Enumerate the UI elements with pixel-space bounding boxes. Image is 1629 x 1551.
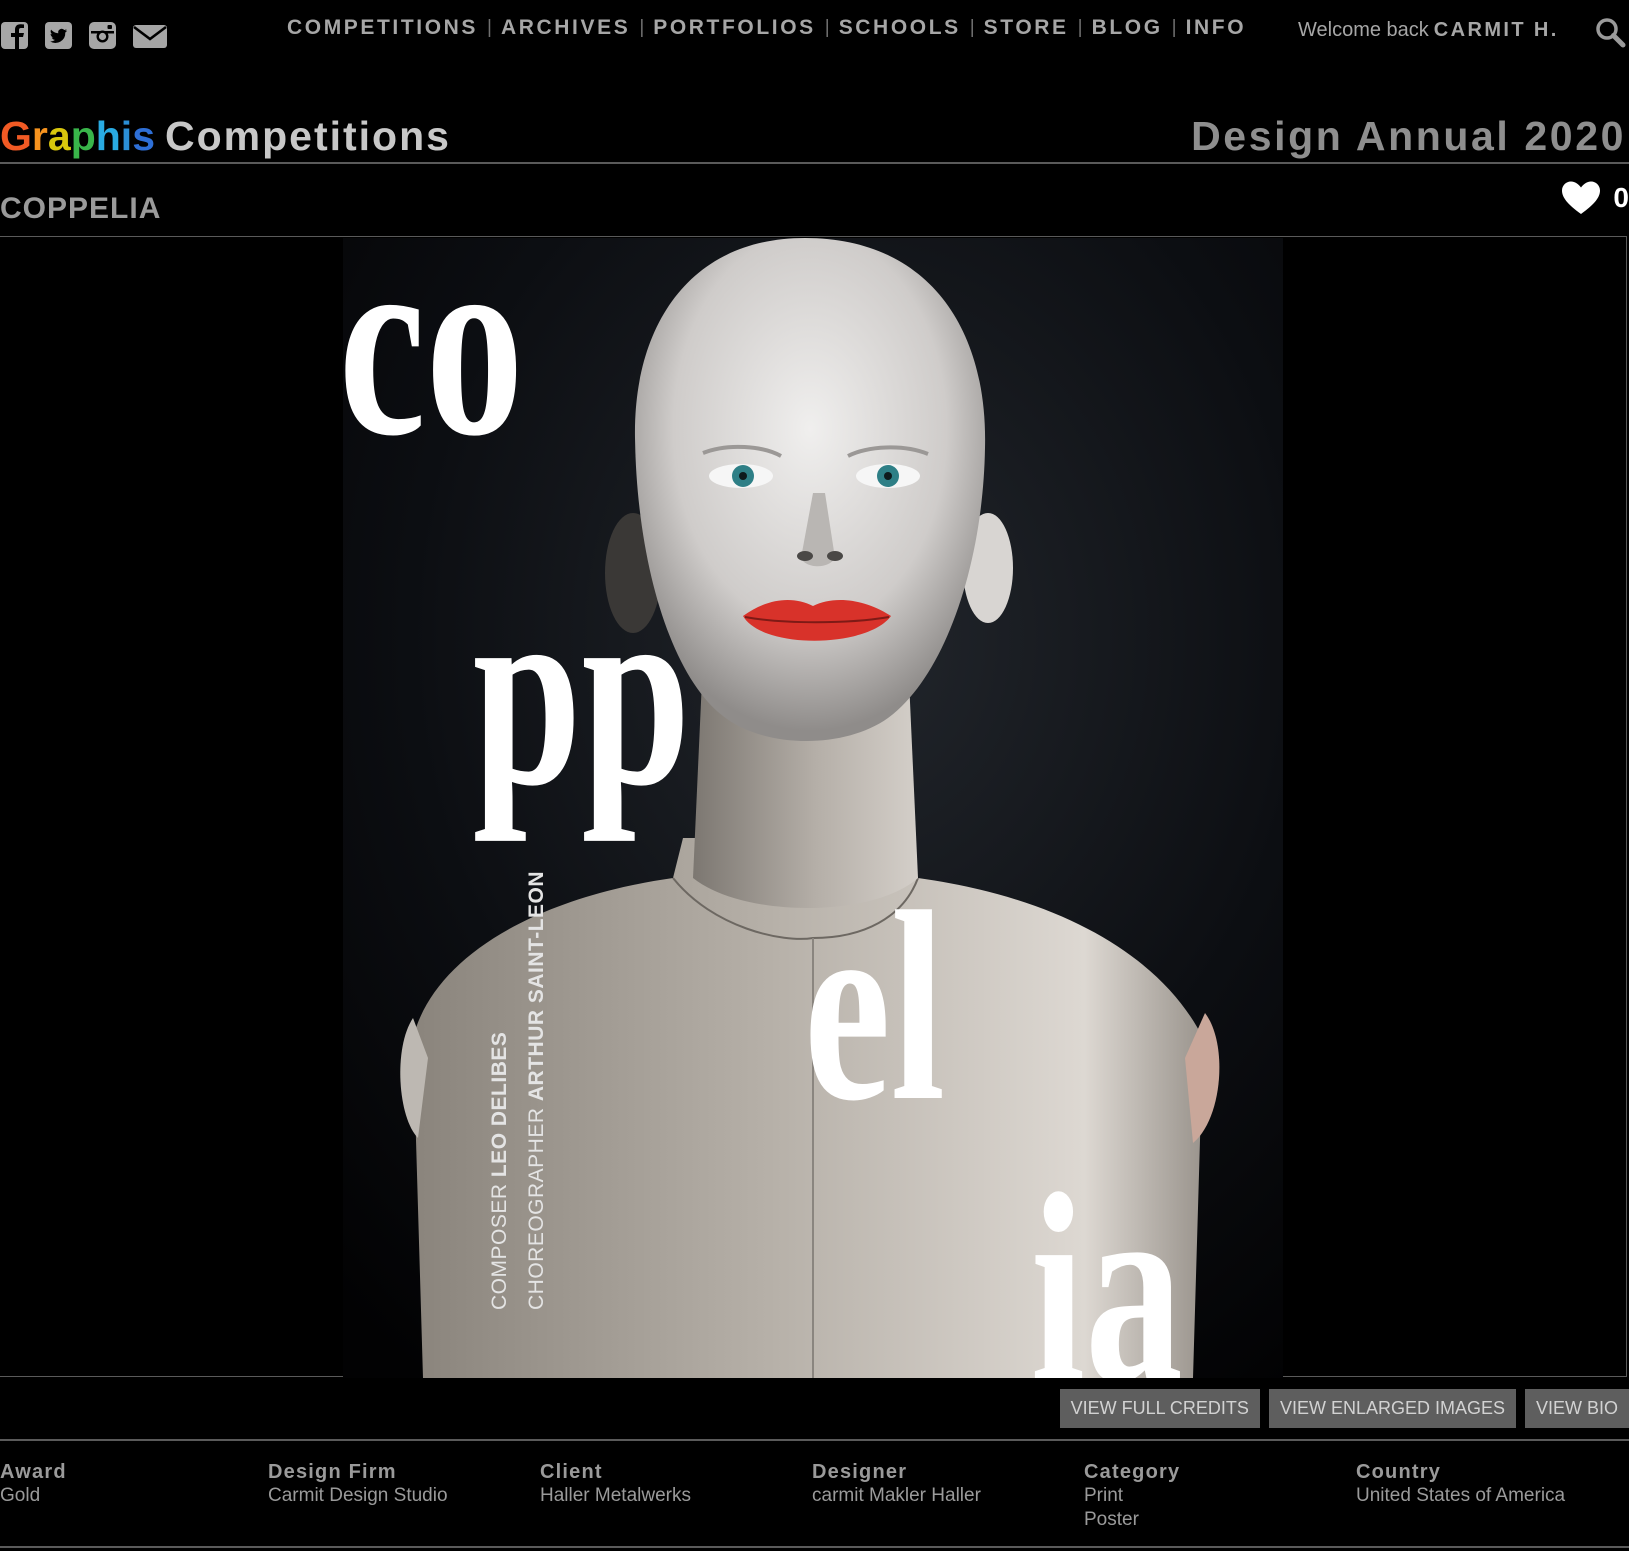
credit-value: Haller Metalwerks bbox=[540, 1485, 691, 1506]
credit-heading: Design Firm bbox=[268, 1461, 397, 1483]
credit-value: Carmit Design Studio bbox=[268, 1485, 448, 1506]
credit-value: Poster bbox=[1084, 1509, 1139, 1530]
credit-heading: Country bbox=[1356, 1461, 1442, 1483]
search-icon[interactable] bbox=[1594, 16, 1626, 48]
poster-letters-co: co bbox=[343, 238, 524, 493]
instagram-icon[interactable] bbox=[88, 18, 118, 52]
brand-letter: r bbox=[31, 113, 48, 159]
choreographer-label: CHOREOGRAPHER bbox=[525, 1107, 548, 1310]
nav-blog[interactable]: BLOG bbox=[1092, 16, 1163, 40]
user-name-link[interactable]: CARMIT H. bbox=[1434, 19, 1559, 41]
credit-client: Client Haller Metalwerks bbox=[540, 1460, 691, 1508]
welcome-message: Welcome back CARMIT H. bbox=[1298, 19, 1559, 42]
email-icon[interactable] bbox=[132, 18, 168, 52]
graphis-competitions-logo[interactable]: Graphis Competitions bbox=[0, 113, 451, 160]
action-buttons: VIEW FULL CREDITS VIEW ENLARGED IMAGES V… bbox=[1059, 1389, 1629, 1428]
nav-separator: | bbox=[1077, 17, 1083, 38]
brand-letter: s bbox=[132, 113, 155, 159]
competitions-title: Competitions bbox=[165, 113, 451, 159]
credit-design-firm: Design Firm Carmit Design Studio bbox=[268, 1460, 448, 1508]
view-bio-button[interactable]: VIEW BIO bbox=[1524, 1389, 1629, 1428]
nav-portfolios[interactable]: PORTFOLIOS bbox=[653, 16, 816, 40]
poster-letters-ia: ia bbox=[1031, 1139, 1183, 1378]
credit-value: United States of America bbox=[1356, 1485, 1566, 1506]
nav-separator: | bbox=[639, 17, 645, 38]
main-nav: COMPETITIONS | ARCHIVES | PORTFOLIOS | S… bbox=[287, 16, 1246, 40]
heart-icon[interactable] bbox=[1561, 180, 1601, 216]
credit-award: Award Gold bbox=[0, 1460, 67, 1508]
header-divider bbox=[0, 162, 1629, 164]
nav-separator: | bbox=[969, 17, 975, 38]
like-count: 0 bbox=[1613, 182, 1629, 213]
entry-image[interactable]: co pp el ia COMPOSER LEO DELIBES CHOREOG… bbox=[343, 238, 1283, 1378]
brand-letter: a bbox=[47, 113, 71, 159]
view-full-credits-button[interactable]: VIEW FULL CREDITS bbox=[1059, 1389, 1260, 1428]
nav-separator: | bbox=[1171, 17, 1177, 38]
nav-info[interactable]: INFO bbox=[1186, 16, 1247, 40]
brand-letter: i bbox=[120, 113, 133, 159]
credit-value: Print bbox=[1084, 1485, 1124, 1506]
twitter-icon[interactable] bbox=[44, 18, 74, 52]
composer-credit: COMPOSER LEO DELIBES bbox=[488, 1032, 512, 1310]
choreographer-credit: CHOREOGRAPHER ARTHUR SAINT-LEON bbox=[525, 871, 549, 1310]
poster-letters-pp: pp bbox=[473, 542, 691, 843]
top-bar: COMPETITIONS | ARCHIVES | PORTFOLIOS | S… bbox=[0, 0, 1629, 70]
poster-artwork: co pp el ia bbox=[343, 238, 1283, 1378]
poster-letters-el: el bbox=[804, 857, 945, 1158]
composer-name: LEO DELIBES bbox=[488, 1031, 511, 1178]
credit-heading: Designer bbox=[812, 1461, 908, 1483]
nav-separator: | bbox=[487, 17, 492, 38]
view-enlarged-images-button[interactable]: VIEW ENLARGED IMAGES bbox=[1268, 1389, 1516, 1428]
credit-value: Gold bbox=[0, 1485, 41, 1506]
welcome-text: Welcome back bbox=[1298, 19, 1429, 41]
nav-separator: | bbox=[824, 17, 830, 38]
credit-value: carmit Makler Haller bbox=[812, 1485, 981, 1506]
nav-schools[interactable]: SCHOOLS bbox=[839, 16, 961, 40]
facebook-icon[interactable] bbox=[0, 18, 30, 52]
credit-heading: Award bbox=[0, 1461, 67, 1483]
credit-category: Category Print Poster bbox=[1084, 1460, 1180, 1532]
brand-letter: h bbox=[95, 113, 121, 159]
choreographer-name: ARTHUR SAINT-LEON bbox=[525, 870, 548, 1102]
annual-title: Design Annual 2020 bbox=[1191, 113, 1626, 159]
nav-archives[interactable]: ARCHIVES bbox=[501, 16, 630, 40]
credit-country: Country United States of America bbox=[1356, 1460, 1565, 1508]
brand-letter: p bbox=[70, 113, 96, 159]
footer-divider bbox=[0, 1546, 1629, 1548]
nav-store[interactable]: STORE bbox=[984, 16, 1069, 40]
social-links bbox=[0, 18, 168, 52]
composer-label: COMPOSER bbox=[488, 1183, 511, 1310]
likes: 0 bbox=[1561, 180, 1629, 216]
credit-heading: Category bbox=[1084, 1461, 1181, 1483]
nav-competitions[interactable]: COMPETITIONS bbox=[287, 16, 478, 40]
credits-table: Award Gold Design Firm Carmit Design Stu… bbox=[0, 1460, 1629, 1530]
credit-designer: Designer carmit Makler Haller bbox=[812, 1460, 981, 1508]
entry-title: COPPELIA bbox=[0, 192, 162, 225]
credits-divider bbox=[0, 1439, 1629, 1441]
graphis-wordmark: Graphis bbox=[0, 113, 155, 159]
credit-heading: Client bbox=[540, 1461, 603, 1483]
brand-letter: G bbox=[0, 113, 32, 159]
